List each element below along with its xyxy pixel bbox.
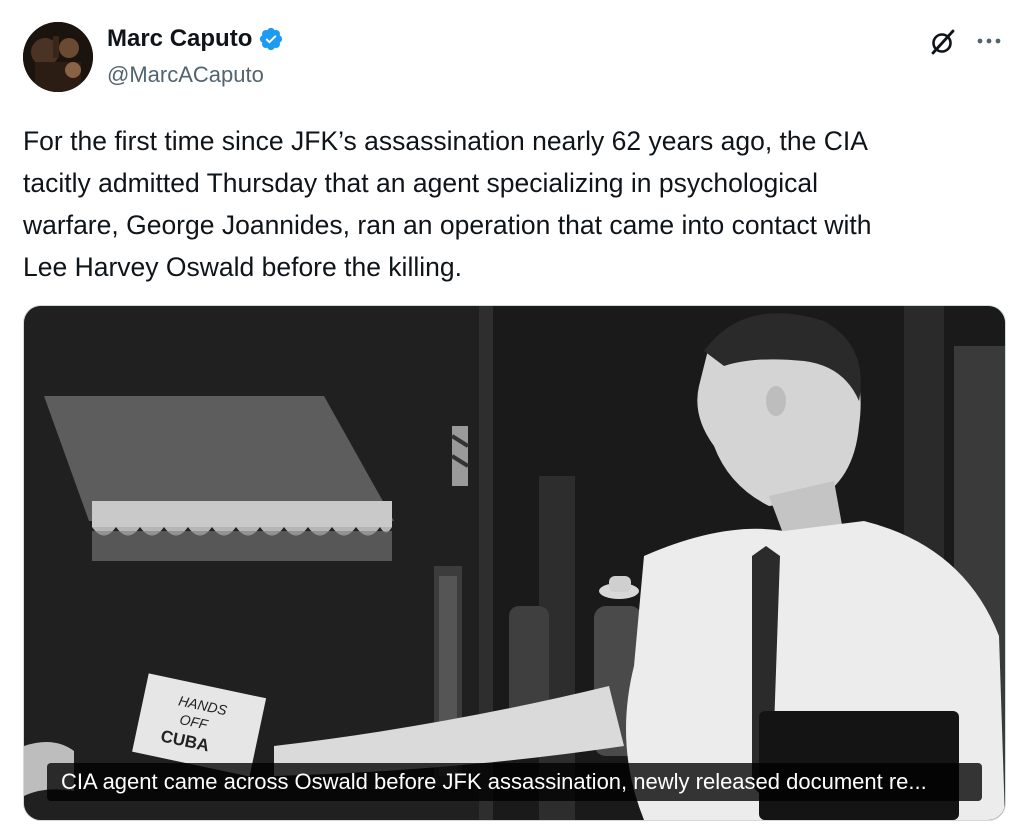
verified-badge-icon xyxy=(260,27,283,51)
media-card-title[interactable]: CIA agent came across Oswald before JFK … xyxy=(47,763,982,801)
media-card[interactable]: HANDS OFF CUBA xyxy=(23,305,1006,821)
grok-icon[interactable] xyxy=(928,27,958,57)
media-photo: HANDS OFF CUBA xyxy=(24,306,1005,820)
author-avatar[interactable] xyxy=(23,22,93,92)
author-handle[interactable]: @MarcACaputo xyxy=(107,62,264,88)
tweet-text: For the first time since JFK’s assassina… xyxy=(23,126,872,282)
more-options-icon[interactable] xyxy=(974,28,1004,54)
author-name[interactable]: Marc Caputo xyxy=(107,25,252,53)
